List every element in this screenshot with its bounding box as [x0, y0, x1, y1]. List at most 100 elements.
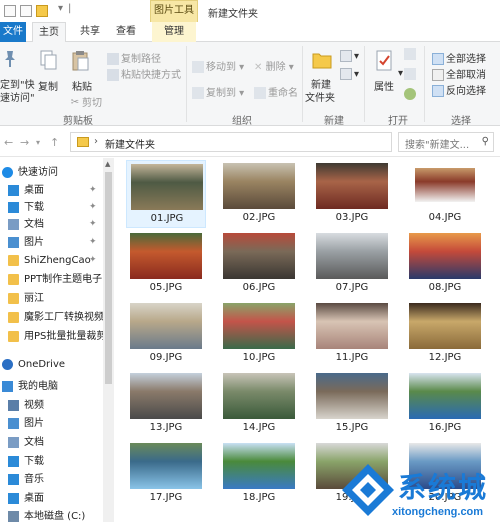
image-thumbnail[interactable] [316, 163, 388, 209]
properties-dropdown-icon[interactable]: ▾ [398, 68, 403, 79]
nav-item[interactable]: 桌面 [0, 490, 104, 507]
file-tile[interactable]: 06.JPG [219, 230, 299, 298]
nav-item[interactable]: 桌面 ✦ [0, 182, 104, 199]
tab-manage[interactable]: 管理 [152, 22, 196, 42]
image-thumbnail[interactable] [131, 164, 203, 210]
invert-selection-button[interactable]: 反向选择 [432, 82, 486, 97]
image-thumbnail[interactable] [223, 303, 295, 349]
file-tile[interactable]: 13.JPG [126, 370, 206, 438]
nav-item[interactable]: ShiZhengCao ✦ [0, 252, 104, 269]
file-name[interactable]: 08.JPG [405, 282, 485, 293]
nav-item[interactable]: 丽江 [0, 290, 104, 307]
tab-view[interactable]: 查看 [112, 22, 140, 42]
nav-item[interactable]: 下载 ✦ [0, 199, 104, 216]
file-name[interactable]: 16.JPG [405, 422, 485, 433]
nav-item[interactable]: 下载 [0, 453, 104, 470]
file-tile[interactable]: 08.JPG [405, 230, 485, 298]
image-thumbnail[interactable] [409, 233, 481, 279]
nav-scroll-thumb[interactable] [105, 172, 112, 384]
pin-icon[interactable] [3, 50, 17, 71]
file-name[interactable]: 18.JPG [219, 492, 299, 503]
file-tile[interactable]: 04.JPG [405, 160, 485, 228]
file-name[interactable]: 05.JPG [126, 282, 206, 293]
file-name[interactable]: 02.JPG [219, 212, 299, 223]
image-thumbnail[interactable] [223, 443, 295, 489]
new-item-icon[interactable]: ▾ [340, 50, 359, 62]
nav-item[interactable]: 音乐 [0, 471, 104, 488]
file-name[interactable]: 04.JPG [405, 212, 485, 223]
pin-quick-access-label-2[interactable]: 速访问" [0, 89, 35, 104]
file-name[interactable]: 15.JPG [312, 422, 392, 433]
file-name[interactable]: 07.JPG [312, 282, 392, 293]
search-icon[interactable]: ⚲ [482, 136, 489, 147]
file-tile[interactable]: 15.JPG [312, 370, 392, 438]
image-thumbnail[interactable] [316, 303, 388, 349]
nav-item[interactable]: OneDrive [0, 356, 104, 373]
nav-item[interactable]: PPT制作主题电子! [0, 271, 104, 288]
rename-button[interactable]: 重命名 [254, 84, 298, 99]
nav-scrollbar[interactable]: ▲ [103, 158, 114, 522]
properties-button[interactable]: 属性 [374, 78, 394, 93]
file-tile[interactable]: 16.JPG [405, 370, 485, 438]
history-icon[interactable] [404, 88, 418, 100]
file-name[interactable]: 17.JPG [126, 492, 206, 503]
file-tile[interactable]: 12.JPG [405, 300, 485, 368]
move-to-button[interactable]: 移动到 ▾ [192, 58, 244, 73]
file-tile[interactable]: 02.JPG [219, 160, 299, 228]
tab-home[interactable]: 主页 [32, 22, 66, 43]
properties-icon[interactable] [376, 50, 394, 75]
nav-item[interactable]: 图片 ✦ [0, 234, 104, 251]
image-thumbnail[interactable] [415, 168, 475, 202]
image-thumbnail[interactable] [130, 233, 202, 279]
new-folder-quick-icon[interactable] [36, 5, 48, 17]
image-thumbnail[interactable] [409, 303, 481, 349]
file-tile[interactable]: 11.JPG [312, 300, 392, 368]
address-field[interactable]: › 新建文件夹 ▾ ↻ [70, 132, 446, 152]
scroll-up-icon[interactable]: ▲ [105, 160, 110, 168]
image-thumbnail[interactable] [223, 373, 295, 419]
edit-icon[interactable] [404, 68, 418, 80]
image-thumbnail[interactable] [316, 373, 388, 419]
forward-arrow-icon[interactable]: → [20, 136, 29, 149]
picture-tools-tab[interactable]: 图片工具 [150, 0, 198, 22]
open-icon[interactable] [404, 48, 418, 60]
image-thumbnail[interactable] [223, 233, 295, 279]
image-thumbnail[interactable] [223, 163, 295, 209]
delete-button[interactable]: ✕ 删除 ▾ [254, 58, 294, 73]
nav-item[interactable]: 视频 [0, 397, 104, 414]
nav-item[interactable]: 本地磁盘 (C:) [0, 508, 104, 522]
file-tile[interactable]: 09.JPG [126, 300, 206, 368]
cut-button[interactable]: ✂ 剪切 [70, 94, 102, 109]
customize-quick-access-icon[interactable]: ▾ [58, 3, 63, 14]
copy-icon[interactable] [40, 50, 58, 73]
paste-icon[interactable] [72, 50, 90, 75]
nav-item[interactable]: 图片 [0, 415, 104, 432]
file-name[interactable]: 12.JPG [405, 352, 485, 363]
file-name[interactable]: 01.JPG [127, 213, 207, 224]
nav-item[interactable]: 用PS批量批量裁剪 [0, 328, 104, 345]
system-menu-icon[interactable] [4, 5, 16, 17]
file-name[interactable]: 14.JPG [219, 422, 299, 433]
breadcrumb[interactable]: 新建文件夹 [105, 136, 155, 151]
file-tile[interactable]: 01.JPG [126, 160, 206, 228]
file-name[interactable]: 06.JPG [219, 282, 299, 293]
file-name[interactable]: 03.JPG [312, 212, 392, 223]
file-name[interactable]: 09.JPG [126, 352, 206, 363]
file-tile[interactable]: 07.JPG [312, 230, 392, 298]
file-tile[interactable]: 05.JPG [126, 230, 206, 298]
file-tile[interactable]: 14.JPG [219, 370, 299, 438]
recent-locations-icon[interactable]: ▾ [36, 138, 40, 147]
nav-item[interactable]: 文档 ✦ [0, 216, 104, 233]
file-name[interactable]: 13.JPG [126, 422, 206, 433]
file-tile[interactable]: 03.JPG [312, 160, 392, 228]
image-thumbnail[interactable] [130, 373, 202, 419]
easy-access-icon[interactable]: ▾ [340, 68, 359, 80]
copy-path-button[interactable]: 复制路径 [107, 50, 161, 65]
file-tile[interactable]: 17.JPG [126, 440, 206, 508]
search-input[interactable]: 搜索"新建文... ⚲ [398, 132, 494, 152]
file-tile[interactable]: 18.JPG [219, 440, 299, 508]
image-thumbnail[interactable] [130, 443, 202, 489]
breadcrumb-chevron-icon[interactable]: › [94, 136, 98, 147]
back-arrow-icon[interactable]: ← [4, 136, 13, 149]
nav-item[interactable]: 文档 [0, 434, 104, 451]
